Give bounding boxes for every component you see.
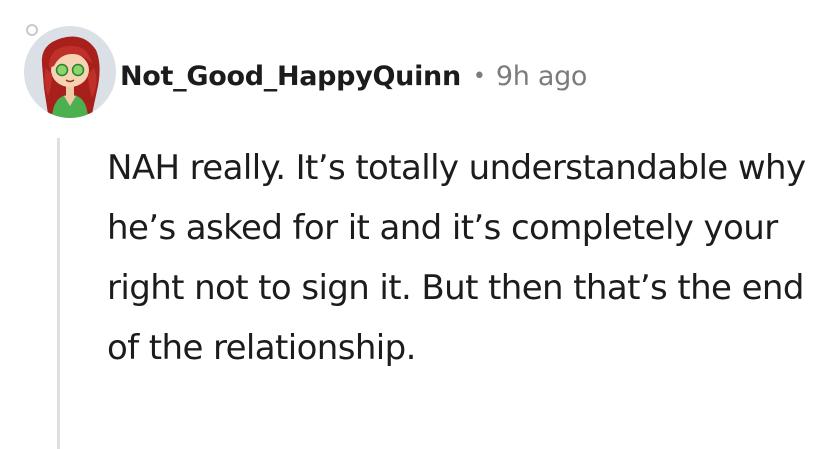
thread-collapse-line[interactable] bbox=[57, 138, 60, 449]
snoo-avatar-icon bbox=[24, 24, 116, 118]
comment: Not_Good_HappyQuinn • 9h ago NAH really.… bbox=[0, 0, 838, 449]
comment-body: NAH really. It’s totally understandable … bbox=[107, 148, 806, 368]
meta-separator: • bbox=[472, 63, 486, 89]
author-username[interactable]: Not_Good_HappyQuinn bbox=[120, 61, 461, 92]
comment-header: Not_Good_HappyQuinn • 9h ago bbox=[120, 52, 587, 100]
avatar[interactable] bbox=[22, 24, 118, 120]
comment-timestamp[interactable]: 9h ago bbox=[496, 61, 588, 92]
